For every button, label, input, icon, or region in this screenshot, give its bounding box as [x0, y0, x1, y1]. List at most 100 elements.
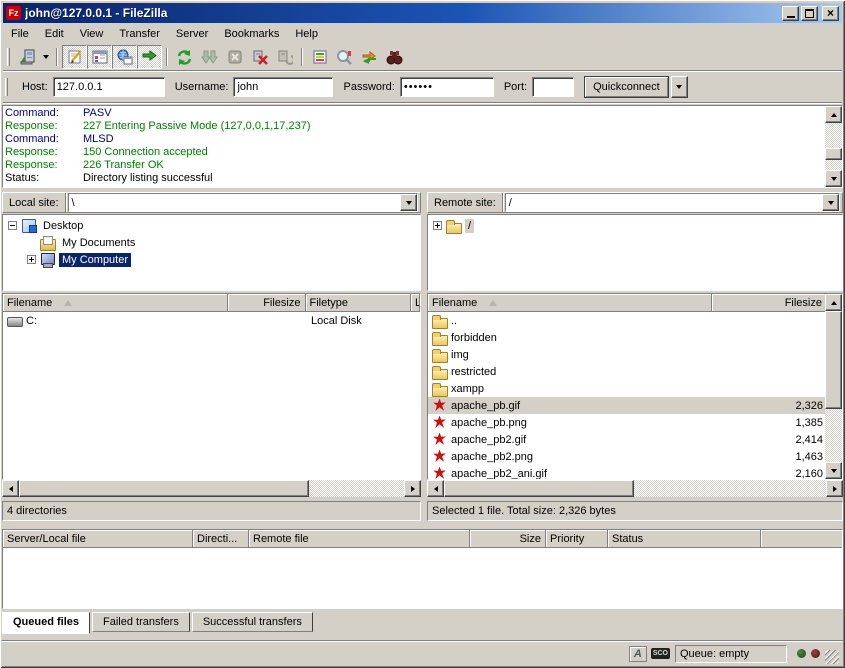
- file-row-c-drive[interactable]: C: Local Disk: [3, 312, 420, 329]
- host-input[interactable]: [53, 77, 165, 97]
- file-row[interactable]: apache_pb2.gif 2,414: [428, 431, 842, 448]
- queue-status-field: Queue: empty: [675, 645, 787, 663]
- password-label: Password:: [343, 81, 394, 93]
- column-header-filetype[interactable]: Filetype: [306, 294, 412, 312]
- local-site-combo[interactable]: \: [68, 193, 418, 212]
- menu-item[interactable]: Help: [287, 26, 326, 42]
- reconnect-button[interactable]: [272, 45, 297, 69]
- sco-indicator-icon[interactable]: SCO: [651, 648, 670, 659]
- scroll-right-button[interactable]: [826, 480, 843, 497]
- file-row[interactable]: restricted: [428, 363, 842, 380]
- tab-queued-files[interactable]: Queued files: [2, 612, 90, 634]
- process-queue-button[interactable]: [197, 45, 222, 69]
- tree-item-root[interactable]: /: [428, 217, 842, 234]
- file-row[interactable]: apache_pb2.png 1,463: [428, 448, 842, 465]
- maximize-button[interactable]: [801, 6, 818, 21]
- scroll-thumb[interactable]: [825, 311, 842, 409]
- disconnect-button[interactable]: [247, 45, 272, 69]
- collapse-icon[interactable]: [8, 221, 17, 230]
- file-row[interactable]: xampp: [428, 380, 842, 397]
- tree-item-my-documents[interactable]: My Documents: [3, 234, 420, 251]
- column-header-remote-file[interactable]: Remote file: [249, 530, 470, 548]
- scroll-left-button[interactable]: [427, 480, 444, 497]
- expand-icon[interactable]: [433, 221, 442, 230]
- port-input[interactable]: [532, 77, 574, 97]
- site-manager-dropdown[interactable]: [39, 46, 52, 68]
- window-title: john@127.0.0.1 - FileZilla: [25, 6, 782, 20]
- toggle-remote-tree-button[interactable]: [112, 45, 137, 69]
- directory-filter-button[interactable]: [307, 45, 332, 69]
- toolbar-separator: [166, 48, 168, 66]
- file-row[interactable]: img: [428, 346, 842, 363]
- file-row[interactable]: apache_pb.gif 2,326: [428, 397, 842, 414]
- local-site-dropdown[interactable]: [400, 194, 417, 211]
- log-line: Response: 150 Connection accepted: [5, 146, 824, 159]
- arrow-down-icon: [831, 469, 837, 473]
- menu-item[interactable]: Edit: [37, 26, 72, 42]
- scroll-thumb[interactable]: [19, 480, 309, 497]
- remote-site-combo[interactable]: /: [505, 193, 840, 212]
- menu-item[interactable]: Server: [168, 26, 216, 42]
- minimize-button[interactable]: [782, 6, 799, 21]
- remote-hscrollbar[interactable]: [427, 480, 843, 497]
- scroll-up-button[interactable]: [825, 294, 842, 311]
- scroll-down-button[interactable]: [825, 462, 842, 479]
- file-row[interactable]: apache_pb2_ani.gif 2,160: [428, 465, 842, 480]
- column-header-filesize[interactable]: Filesize: [712, 294, 827, 312]
- quickconnect-button[interactable]: Quickconnect: [584, 76, 669, 98]
- my-documents-icon: [40, 236, 56, 250]
- tree-item-my-computer[interactable]: My Computer: [3, 251, 420, 268]
- tab-successful-transfers[interactable]: Successful transfers: [192, 612, 313, 632]
- find-files-button[interactable]: [382, 45, 407, 69]
- synchronized-browsing-button[interactable]: [357, 45, 382, 69]
- password-input[interactable]: [400, 77, 494, 97]
- refresh-button[interactable]: [172, 45, 197, 69]
- tree-item-desktop[interactable]: Desktop: [3, 217, 420, 234]
- site-manager-button[interactable]: [14, 45, 39, 69]
- remote-site-dropdown[interactable]: [822, 194, 839, 211]
- username-input[interactable]: [233, 77, 333, 97]
- folder-icon: [432, 348, 448, 362]
- scroll-thumb[interactable]: [825, 148, 842, 160]
- file-row[interactable]: ..: [428, 312, 842, 329]
- column-header-server-local-file[interactable]: Server/Local file: [3, 530, 193, 548]
- column-header-status[interactable]: Status: [608, 530, 761, 548]
- local-hscrollbar[interactable]: [2, 480, 421, 497]
- scroll-left-button[interactable]: [2, 480, 19, 497]
- file-row[interactable]: forbidden: [428, 329, 842, 346]
- remote-vscrollbar[interactable]: [825, 294, 842, 479]
- quickbar-gripper[interactable]: [5, 78, 8, 96]
- close-button[interactable]: ×: [822, 6, 839, 21]
- menu-item[interactable]: View: [72, 26, 112, 42]
- resize-grip[interactable]: [825, 650, 839, 664]
- menu-item[interactable]: Transfer: [111, 26, 168, 42]
- cancel-operation-button[interactable]: [222, 45, 247, 69]
- menu-item[interactable]: File: [3, 26, 37, 42]
- column-header-lastmodified[interactable]: L: [411, 294, 420, 312]
- scroll-thumb[interactable]: [444, 480, 634, 497]
- column-header-size[interactable]: Size: [470, 530, 546, 548]
- scroll-right-button[interactable]: [404, 480, 421, 497]
- column-header-filename[interactable]: Filename: [428, 294, 712, 312]
- quickconnect-dropdown[interactable]: [671, 76, 688, 98]
- file-row[interactable]: apache_pb.png 1,385: [428, 414, 842, 431]
- toggle-local-tree-button[interactable]: [87, 45, 112, 69]
- compare-icon: [336, 49, 353, 66]
- column-header-filename[interactable]: Filename: [3, 294, 228, 312]
- expand-icon[interactable]: [27, 255, 36, 264]
- column-header-priority[interactable]: Priority: [546, 530, 608, 548]
- remote-tree: /: [427, 214, 843, 291]
- menu-item[interactable]: Bookmarks: [216, 26, 287, 42]
- scroll-up-button[interactable]: [825, 106, 842, 123]
- toggle-message-log-button[interactable]: [62, 45, 87, 69]
- scroll-down-button[interactable]: [825, 170, 842, 187]
- column-header-direction[interactable]: Directi...: [193, 530, 249, 548]
- transfer-type-icon[interactable]: A: [629, 646, 647, 662]
- status-bar: A SCO Queue: empty: [2, 640, 843, 666]
- column-header-filesize[interactable]: Filesize: [228, 294, 306, 312]
- log-scrollbar[interactable]: [825, 106, 842, 187]
- directory-comparison-button[interactable]: [332, 45, 357, 69]
- tab-failed-transfers[interactable]: Failed transfers: [92, 612, 190, 632]
- toggle-queue-button[interactable]: [137, 45, 162, 69]
- toolbar-gripper[interactable]: [7, 48, 10, 66]
